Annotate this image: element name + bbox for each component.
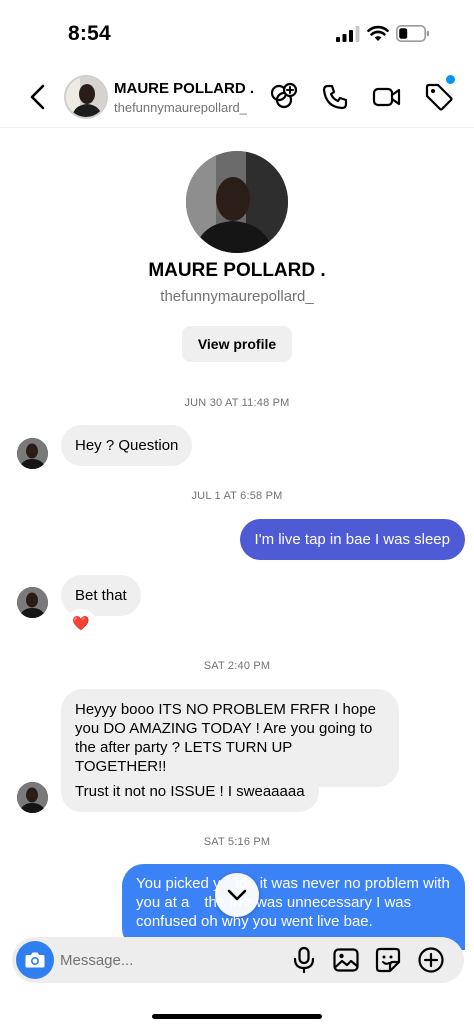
header-username[interactable]: thefunnymaurepollard_ (114, 100, 247, 115)
sticker-icon[interactable] (374, 946, 402, 974)
add-people-icon[interactable] (268, 82, 298, 112)
avatar-photo (17, 782, 48, 813)
cellular-signal-icon (336, 26, 360, 42)
sender-avatar[interactable] (17, 587, 48, 618)
sender-avatar[interactable] (17, 782, 48, 813)
plus-icon[interactable] (417, 946, 445, 974)
heart-reaction[interactable]: ❤️ (66, 609, 96, 637)
camera-button[interactable] (16, 941, 54, 979)
notification-dot (446, 75, 455, 84)
avatar-photo (66, 77, 106, 117)
message-input[interactable] (60, 944, 280, 976)
sender-avatar[interactable] (17, 438, 48, 469)
message-timestamp: SAT 5:16 PM (203, 836, 271, 848)
back-chevron-icon[interactable] (26, 82, 50, 112)
camera-icon (25, 952, 45, 968)
profile-name: MAURE POLLARD . (148, 260, 326, 281)
outgoing-message[interactable]: I'm live tap in bae I was sleep (239, 519, 465, 560)
message-timestamp: SAT 2:40 PM (203, 660, 271, 672)
microphone-icon[interactable] (290, 946, 318, 974)
wifi-icon (367, 25, 389, 41)
status-time: 8:54 (68, 22, 111, 45)
message-composer (12, 937, 464, 983)
video-camera-icon[interactable] (372, 82, 402, 112)
view-profile-button[interactable]: View profile (182, 326, 292, 362)
profile-photo (186, 151, 288, 253)
incoming-message[interactable]: Hey ? Question (61, 425, 193, 466)
header-name[interactable]: MAURE POLLARD . (114, 80, 254, 97)
home-indicator[interactable] (152, 1014, 322, 1019)
avatar-photo (17, 438, 48, 469)
message-timestamp: JUL 1 AT 6:58 PM (191, 490, 283, 502)
status-bar: 8:54 (0, 0, 474, 64)
profile-avatar[interactable] (186, 151, 288, 253)
battery-icon (396, 25, 429, 42)
scroll-to-bottom-button[interactable] (215, 873, 259, 917)
message-timestamp: JUN 30 AT 11:48 PM (184, 397, 290, 409)
chat-header: MAURE POLLARD . thefunnymaurepollard_ (0, 64, 474, 128)
chevron-down-icon (227, 889, 247, 901)
avatar-photo (17, 587, 48, 618)
avatar[interactable] (64, 75, 108, 119)
incoming-message[interactable]: Trust it not no ISSUE ! I sweaaaaa (61, 771, 319, 812)
gallery-icon[interactable] (332, 946, 360, 974)
profile-username: thefunnymaurepollard_ (160, 288, 314, 305)
tag-icon[interactable] (424, 82, 454, 112)
phone-icon[interactable] (320, 82, 350, 112)
heart-reaction-emoji: ❤️ (72, 614, 90, 631)
